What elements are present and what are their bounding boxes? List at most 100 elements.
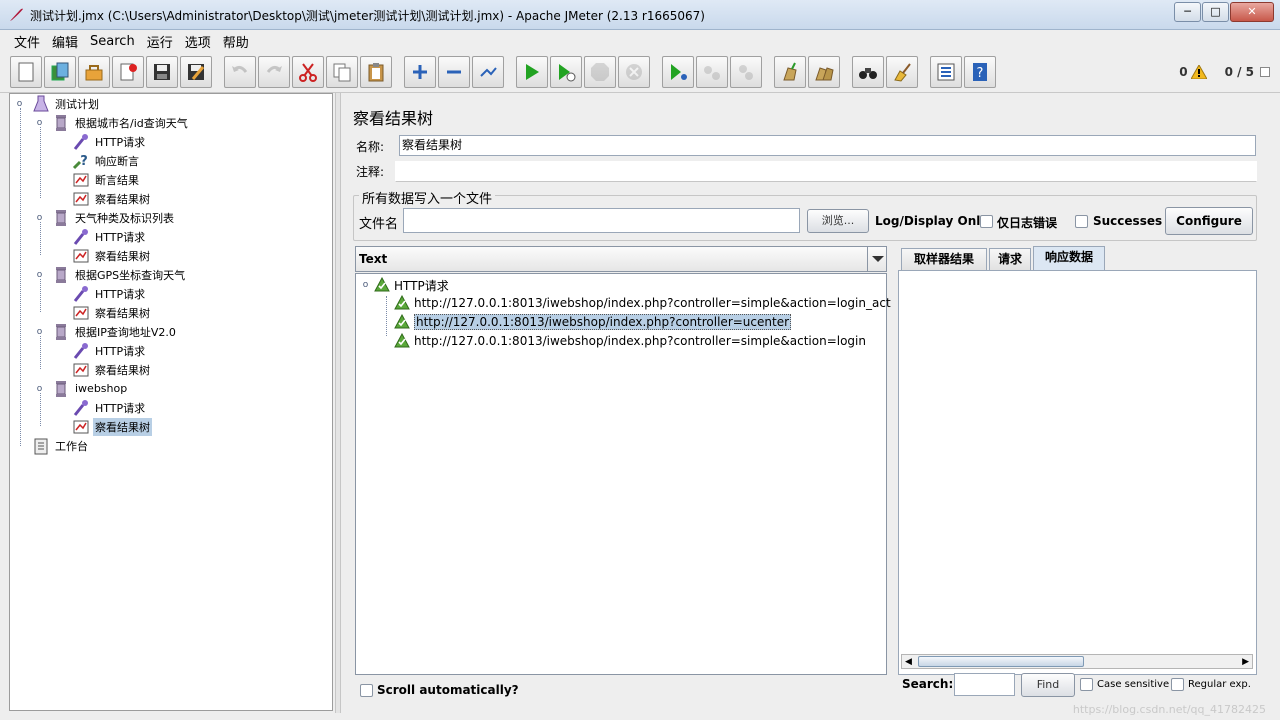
menu-edit[interactable]: 编辑: [46, 32, 84, 51]
close-button[interactable]: ✕: [1230, 2, 1274, 22]
scissors-icon: [299, 63, 317, 82]
toggle-button[interactable]: [472, 56, 504, 88]
minimize-button[interactable]: ─: [1174, 2, 1201, 22]
new-button[interactable]: [10, 56, 42, 88]
collapse-all-button[interactable]: [438, 56, 470, 88]
successes-checkbox[interactable]: [1075, 215, 1088, 228]
menu-search[interactable]: Search: [84, 34, 141, 49]
result-sample-row[interactable]: http://127.0.0.1:8013/iwebshop/index.php…: [394, 332, 866, 350]
tree-node-element[interactable]: ? 响应断言: [72, 151, 141, 170]
cut-button[interactable]: [292, 56, 324, 88]
svg-text:?: ?: [80, 154, 88, 169]
search-input[interactable]: [954, 673, 1015, 696]
name-field[interactable]: 察看结果树: [399, 135, 1256, 156]
find-button[interactable]: Find: [1021, 673, 1075, 697]
tree-node-element[interactable]: HTTP请求: [72, 341, 147, 360]
remote-shutdown-icon: [739, 65, 753, 80]
remote-shutdown-all-button[interactable]: [730, 56, 762, 88]
success-triangle-icon: [394, 314, 410, 329]
tree-node-element[interactable]: HTTP请求: [72, 227, 147, 246]
result-sample-row[interactable]: http://127.0.0.1:8013/iwebshop/index.php…: [394, 294, 891, 312]
errors-only-checkbox[interactable]: [980, 215, 993, 228]
result-root-node[interactable]: HTTP请求: [374, 276, 449, 294]
scroll-automatically-checkbox[interactable]: [360, 684, 373, 697]
tree-node-element[interactable]: 察看结果树: [72, 303, 152, 322]
renderer-select[interactable]: Text: [355, 246, 887, 272]
collapse-toggle-icon[interactable]: o: [361, 281, 370, 290]
expand-all-button[interactable]: [404, 56, 436, 88]
tree-node-element[interactable]: HTTP请求: [72, 398, 147, 417]
tree-node-element[interactable]: 察看结果树: [72, 360, 152, 379]
tree-node-element[interactable]: 察看结果树: [72, 417, 152, 436]
open-button[interactable]: [78, 56, 110, 88]
tree-node-thread-group[interactable]: 根据IP查询地址V2.0: [52, 322, 178, 341]
menu-file[interactable]: 文件: [8, 32, 46, 51]
remote-start-all-button[interactable]: [662, 56, 694, 88]
scrollbar-thumb[interactable]: [918, 656, 1084, 667]
collapse-toggle-icon[interactable]: o: [15, 100, 24, 109]
menu-options[interactable]: 选项: [179, 32, 217, 51]
tree-node-element[interactable]: 断言结果: [72, 170, 141, 189]
case-sensitive-checkbox[interactable]: [1080, 678, 1093, 691]
listener-chart-icon: [73, 192, 89, 205]
tab-sampler-result[interactable]: 取样器结果: [901, 248, 987, 270]
filename-input[interactable]: [403, 208, 800, 233]
configure-button[interactable]: Configure: [1165, 207, 1253, 235]
thread-group-spool-icon: [56, 266, 66, 283]
tree-node-workbench[interactable]: 工作台: [32, 436, 90, 455]
tree-label: 察看结果树: [95, 192, 150, 206]
clear-all-button[interactable]: [808, 56, 840, 88]
undo-button[interactable]: [224, 56, 256, 88]
remote-stop-all-button[interactable]: [696, 56, 728, 88]
new-file-icon: [18, 62, 34, 82]
result-sample-row[interactable]: http://127.0.0.1:8013/iwebshop/index.php…: [394, 313, 792, 331]
tree-node-thread-group[interactable]: 根据GPS坐标查询天气: [52, 265, 187, 284]
sample-results-tree: o HTTP请求 http://127.0.0.1:8013/iwebshop/…: [355, 273, 891, 675]
chevron-down-icon[interactable]: [867, 247, 886, 271]
browse-button[interactable]: 浏览...: [807, 209, 869, 233]
tree-node-element[interactable]: 察看结果树: [72, 189, 152, 208]
shutdown-button[interactable]: [618, 56, 650, 88]
listener-chart-icon: [73, 420, 89, 433]
tab-response-data[interactable]: 响应数据: [1033, 246, 1105, 270]
regular-exp-checkbox[interactable]: [1171, 678, 1184, 691]
tab-request[interactable]: 请求: [989, 248, 1031, 270]
tree-node-element[interactable]: 察看结果树: [72, 246, 152, 265]
reset-search-button[interactable]: [886, 56, 918, 88]
comment-field[interactable]: [395, 161, 1257, 182]
function-helper-button[interactable]: [930, 56, 962, 88]
close-file-button[interactable]: [112, 56, 144, 88]
horizontal-scrollbar[interactable]: ◀ ▶: [901, 654, 1253, 669]
menu-run[interactable]: 运行: [141, 32, 179, 51]
tree-label: iwebshop: [75, 382, 128, 395]
paste-button[interactable]: [360, 56, 392, 88]
split-pane-divider[interactable]: [335, 93, 341, 713]
tree-node-test-plan[interactable]: 测试计划: [32, 94, 101, 113]
help-button[interactable]: ?: [964, 56, 996, 88]
case-sensitive-label: Case sensitive: [1097, 679, 1170, 690]
maximize-icon: □: [1210, 5, 1221, 18]
scroll-left-arrow-icon[interactable]: ◀: [905, 657, 912, 667]
tree-node-element[interactable]: HTTP请求: [72, 132, 147, 151]
save-as-button[interactable]: [180, 56, 212, 88]
templates-button[interactable]: [44, 56, 76, 88]
successes-label: Successes: [1093, 214, 1163, 228]
maximize-button[interactable]: □: [1202, 2, 1229, 22]
stop-button[interactable]: [584, 56, 616, 88]
tree-node-thread-group[interactable]: 根据城市名/id查询天气: [52, 113, 190, 132]
tree-node-element[interactable]: HTTP请求: [72, 284, 147, 303]
start-no-pauses-button[interactable]: [550, 56, 582, 88]
clear-broom-icon: [783, 62, 797, 81]
save-button[interactable]: [146, 56, 178, 88]
tree-node-thread-group[interactable]: iwebshop: [52, 379, 129, 398]
clear-button[interactable]: [774, 56, 806, 88]
scroll-right-arrow-icon[interactable]: ▶: [1242, 657, 1249, 667]
tree-connector: [40, 279, 41, 312]
copy-button[interactable]: [326, 56, 358, 88]
start-button[interactable]: [516, 56, 548, 88]
regular-exp-label: Regular exp.: [1188, 679, 1251, 690]
redo-button[interactable]: [258, 56, 290, 88]
tree-node-thread-group[interactable]: 天气种类及标识列表: [52, 208, 176, 227]
menu-help[interactable]: 帮助: [217, 32, 255, 51]
search-button[interactable]: [852, 56, 884, 88]
